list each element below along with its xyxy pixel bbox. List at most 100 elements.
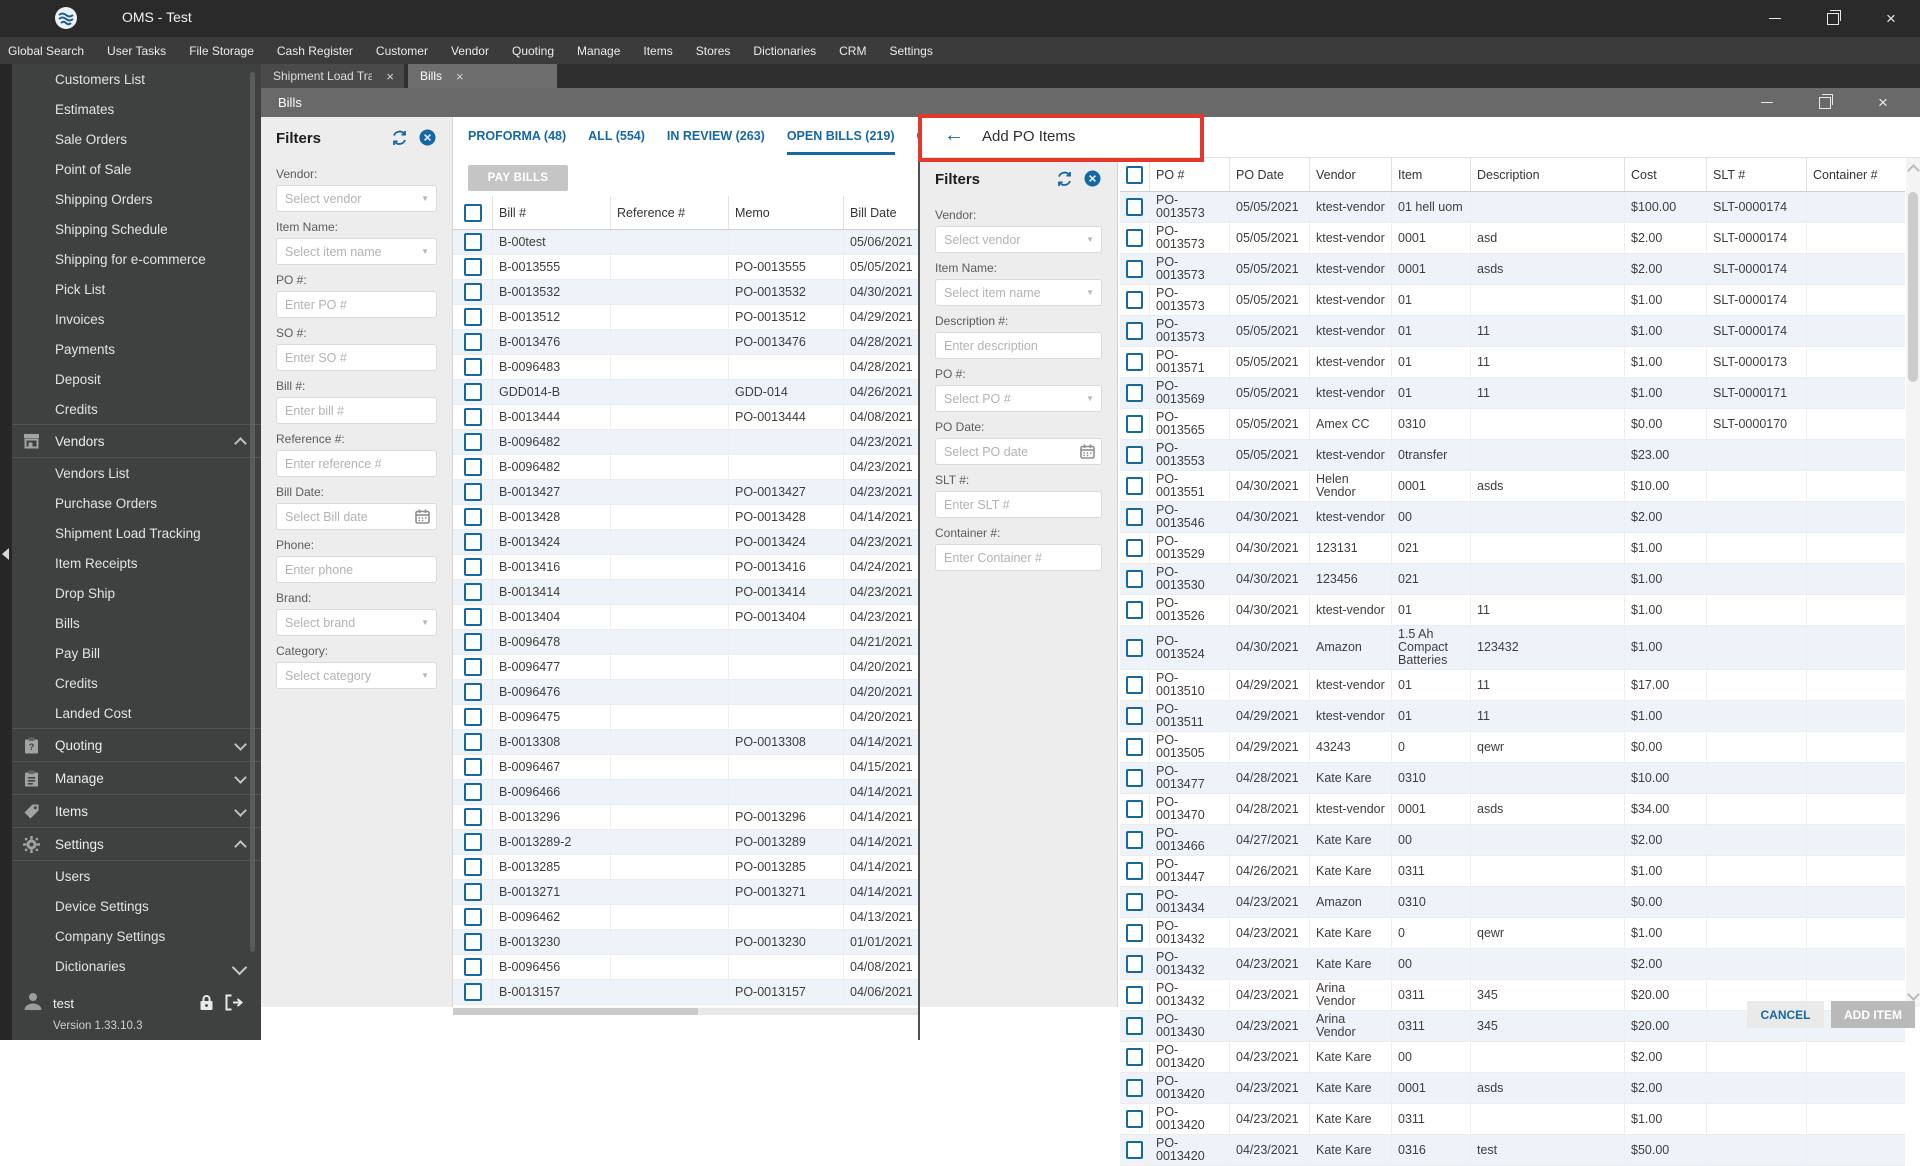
row-checkbox[interactable] bbox=[1126, 1079, 1143, 1097]
cell-slt[interactable]: SLT-0000174 bbox=[1707, 254, 1807, 284]
sidebar-item-item-receipts[interactable]: Item Receipts bbox=[12, 548, 261, 578]
cell-po[interactable]: PO-0013510 bbox=[1150, 670, 1230, 700]
row-checkbox[interactable] bbox=[1126, 198, 1143, 216]
row-checkbox[interactable] bbox=[1126, 707, 1143, 725]
dropdown-caret-icon[interactable]: ▼ bbox=[421, 671, 429, 680]
row-checkbox[interactable] bbox=[463, 708, 482, 726]
sidebar-item-payments[interactable]: Payments bbox=[12, 334, 261, 364]
bills-filter-input-phone[interactable] bbox=[276, 556, 437, 583]
po-filter-input-container[interactable] bbox=[935, 544, 1102, 571]
bills-filter-input-category[interactable] bbox=[276, 662, 437, 689]
menu-items[interactable]: Items bbox=[643, 44, 672, 58]
dropdown-caret-icon[interactable]: ▼ bbox=[1086, 394, 1094, 403]
sidebar-item-sale-orders[interactable]: Sale Orders bbox=[12, 124, 261, 154]
row-checkbox[interactable] bbox=[1126, 800, 1143, 818]
po-table-scrollbar[interactable] bbox=[1906, 158, 1920, 1007]
bills-filter-input-item-name[interactable] bbox=[276, 238, 437, 265]
sidebar-item-credits[interactable]: Credits bbox=[12, 394, 261, 424]
sidebar-item-users[interactable]: Users bbox=[12, 861, 261, 891]
menu-cash-register[interactable]: Cash Register bbox=[277, 44, 353, 58]
cell-po[interactable]: PO-0013420 bbox=[1150, 1042, 1230, 1072]
row-checkbox[interactable] bbox=[463, 358, 482, 376]
bills-tab-proforma-48[interactable]: PROFORMA (48) bbox=[468, 129, 566, 155]
row-checkbox[interactable] bbox=[1126, 955, 1143, 973]
cell-po[interactable]: PO-0013432 bbox=[1150, 949, 1230, 979]
dropdown-caret-icon[interactable]: ▼ bbox=[1086, 235, 1094, 244]
menu-dictionaries[interactable]: Dictionaries bbox=[753, 44, 816, 58]
menu-global-search[interactable]: Global Search bbox=[8, 44, 84, 58]
cancel-button[interactable]: CANCEL bbox=[1747, 1001, 1824, 1028]
row-checkbox[interactable] bbox=[1126, 229, 1143, 247]
sidebar-item-estimates[interactable]: Estimates bbox=[12, 94, 261, 124]
cell-slt[interactable]: SLT-0000174 bbox=[1707, 316, 1807, 346]
workspace-tab-bills[interactable]: Bills × bbox=[408, 64, 557, 88]
cell-po[interactable]: PO-0013573 bbox=[1150, 192, 1230, 222]
cell-po[interactable]: PO-0013505 bbox=[1150, 732, 1230, 762]
minimize-icon[interactable] bbox=[1738, 88, 1796, 117]
cell-po[interactable]: PO-0013553 bbox=[1150, 440, 1230, 470]
row-checkbox[interactable] bbox=[1126, 570, 1143, 588]
row-checkbox[interactable] bbox=[463, 858, 482, 876]
scrollbar-thumb[interactable] bbox=[1908, 192, 1918, 382]
close-icon[interactable]: × bbox=[386, 69, 394, 84]
menu-user-tasks[interactable]: User Tasks bbox=[107, 44, 166, 58]
cell-po[interactable]: PO-0013434 bbox=[1150, 887, 1230, 917]
dropdown-caret-icon[interactable]: ▼ bbox=[421, 194, 429, 203]
logout-icon[interactable] bbox=[225, 994, 244, 1016]
sidebar-item-purchase-orders[interactable]: Purchase Orders bbox=[12, 488, 261, 518]
cell-slt[interactable]: SLT-0000170 bbox=[1707, 409, 1807, 439]
row-checkbox[interactable] bbox=[463, 558, 482, 576]
po-filter-input-description[interactable] bbox=[935, 332, 1102, 359]
po-filter-input-slt[interactable] bbox=[935, 491, 1102, 518]
row-checkbox[interactable] bbox=[1126, 769, 1143, 787]
restore-icon[interactable] bbox=[1796, 88, 1854, 117]
cell-po[interactable]: PO-0013430 bbox=[1150, 1011, 1230, 1041]
close-icon[interactable]: × bbox=[456, 69, 464, 84]
row-checkbox[interactable] bbox=[463, 958, 482, 976]
row-checkbox[interactable] bbox=[463, 258, 482, 276]
row-checkbox[interactable] bbox=[1126, 986, 1143, 1004]
row-checkbox[interactable] bbox=[463, 383, 482, 401]
dropdown-caret-icon[interactable]: ▼ bbox=[421, 618, 429, 627]
cell-po[interactable]: PO-0013432 bbox=[1150, 918, 1230, 948]
cell-po[interactable]: PO-0013511 bbox=[1150, 701, 1230, 731]
close-circle-icon[interactable] bbox=[419, 129, 436, 146]
row-checkbox[interactable] bbox=[463, 883, 482, 901]
cell-po[interactable]: PO-0013447 bbox=[1150, 856, 1230, 886]
row-checkbox[interactable] bbox=[463, 608, 482, 626]
row-checkbox[interactable] bbox=[463, 283, 482, 301]
row-checkbox[interactable] bbox=[1126, 601, 1143, 619]
row-checkbox[interactable] bbox=[463, 333, 482, 351]
row-checkbox[interactable] bbox=[1126, 1048, 1143, 1066]
menu-vendor[interactable]: Vendor bbox=[451, 44, 489, 58]
bills-filter-input-bill-date[interactable] bbox=[276, 503, 437, 530]
sidebar-scrollbar[interactable] bbox=[250, 72, 255, 952]
row-checkbox[interactable] bbox=[463, 933, 482, 951]
row-checkbox[interactable] bbox=[1126, 893, 1143, 911]
po-filter-input-item-name[interactable] bbox=[935, 279, 1102, 306]
bills-tab-in-review-263[interactable]: IN REVIEW (263) bbox=[667, 129, 765, 155]
sidebar-item-pick-list[interactable]: Pick List bbox=[12, 274, 261, 304]
row-checkbox[interactable] bbox=[463, 408, 482, 426]
cell-po[interactable]: PO-0013529 bbox=[1150, 533, 1230, 563]
row-checkbox[interactable] bbox=[1126, 260, 1143, 278]
po-filter-input-vendor[interactable] bbox=[935, 226, 1102, 253]
refresh-icon[interactable] bbox=[1056, 171, 1073, 187]
row-checkbox[interactable] bbox=[463, 758, 482, 776]
row-checkbox[interactable] bbox=[463, 808, 482, 826]
cell-po[interactable]: PO-0013569 bbox=[1150, 378, 1230, 408]
row-checkbox[interactable] bbox=[1126, 1141, 1143, 1159]
menu-crm[interactable]: CRM bbox=[839, 44, 866, 58]
cell-slt[interactable]: SLT-0000174 bbox=[1707, 285, 1807, 315]
cell-po[interactable]: PO-0013546 bbox=[1150, 502, 1230, 532]
sidebar-item-vendors-list[interactable]: Vendors List bbox=[12, 458, 261, 488]
sidebar-section-settings[interactable]: Settings bbox=[12, 828, 261, 861]
maximize-icon[interactable] bbox=[1804, 0, 1862, 37]
row-checkbox[interactable] bbox=[463, 683, 482, 701]
bills-filter-input-so[interactable] bbox=[276, 344, 437, 371]
lock-icon[interactable] bbox=[199, 994, 214, 1016]
bills-tab-all-554[interactable]: ALL (554) bbox=[588, 129, 645, 155]
bills-filter-input-vendor[interactable] bbox=[276, 185, 437, 212]
dropdown-caret-icon[interactable]: ▼ bbox=[421, 247, 429, 256]
po-filter-input-po-date[interactable] bbox=[935, 438, 1102, 465]
